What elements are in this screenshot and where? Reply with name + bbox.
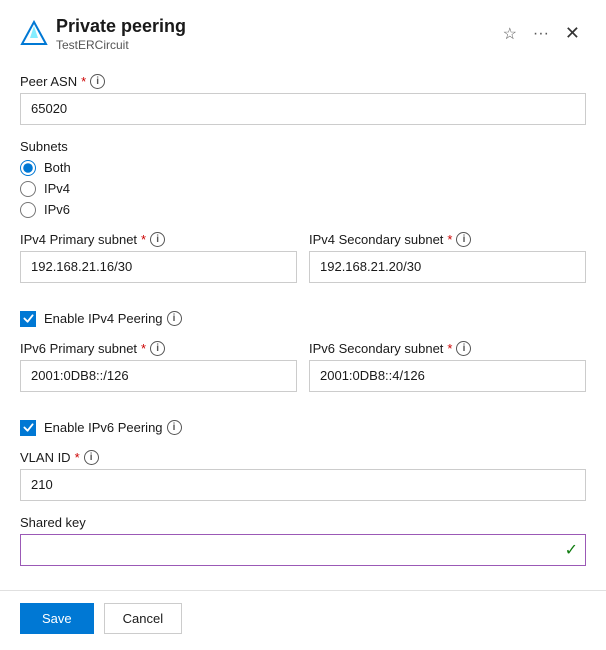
checkbox-check-icon [23,313,34,324]
radio-ipv6-label: IPv6 [44,202,70,217]
dialog-body: Peer ASN * i Subnets Both IPv4 IP [0,58,606,590]
vlan-id-required: * [75,450,80,465]
save-button[interactable]: Save [20,603,94,634]
ipv4-secondary-required: * [447,232,452,247]
ipv4-primary-label: IPv4 Primary subnet * i [20,232,297,247]
enable-ipv6-info-icon[interactable]: i [167,420,182,435]
radio-ipv6[interactable]: IPv6 [20,202,586,218]
radio-both[interactable]: Both [20,160,586,176]
ipv6-secondary-info-icon[interactable]: i [456,341,471,356]
vlan-id-info-icon[interactable]: i [84,450,99,465]
enable-ipv4-info-icon[interactable]: i [167,311,182,326]
header-actions: ☆ ··· ✕ [497,19,586,48]
cancel-button[interactable]: Cancel [104,603,182,634]
required-star: * [81,74,86,89]
ipv4-secondary-input[interactable] [309,251,586,283]
ipv6-primary-group: IPv6 Primary subnet * i [20,341,297,392]
enable-ipv6-label: Enable IPv6 Peering i [44,420,182,435]
subnets-label: Subnets [20,139,586,154]
shared-key-group: Shared key ✓ [20,515,586,566]
enable-ipv6-checkbox[interactable] [20,420,36,436]
azure-logo [20,20,48,48]
radio-both-label: Both [44,160,71,175]
dialog-title: Private peering [56,16,489,38]
ipv6-secondary-input[interactable] [309,360,586,392]
radio-ipv4[interactable]: IPv4 [20,181,586,197]
radio-ipv6-input[interactable] [20,202,36,218]
vlan-id-input[interactable] [20,469,586,501]
dialog-subtitle: TestERCircuit [56,38,489,52]
vlan-id-group: VLAN ID * i [20,450,586,501]
dialog-footer: Save Cancel [0,590,606,650]
ipv6-secondary-label: IPv6 Secondary subnet * i [309,341,586,356]
shared-key-label: Shared key [20,515,586,530]
more-button[interactable]: ··· [527,21,555,47]
ipv6-subnet-row: IPv6 Primary subnet * i IPv6 Secondary s… [20,341,586,406]
dialog-header: Private peering TestERCircuit ☆ ··· ✕ [0,0,606,58]
ipv6-primary-label: IPv6 Primary subnet * i [20,341,297,356]
shared-key-check-icon: ✓ [565,540,578,560]
subnets-group: Subnets Both IPv4 IPv6 [20,139,586,218]
pin-button[interactable]: ☆ [497,20,523,48]
ipv4-primary-info-icon[interactable]: i [150,232,165,247]
ipv6-primary-required: * [141,341,146,356]
enable-ipv6-row: Enable IPv6 Peering i [20,420,586,436]
enable-ipv4-checkbox[interactable] [20,311,36,327]
peer-asn-group: Peer ASN * i [20,74,586,125]
enable-ipv4-label: Enable IPv4 Peering i [44,311,182,326]
ipv4-secondary-info-icon[interactable]: i [456,232,471,247]
ipv4-primary-input[interactable] [20,251,297,283]
radio-ipv4-label: IPv4 [44,181,70,196]
ipv6-primary-input[interactable] [20,360,297,392]
ipv6-primary-info-icon[interactable]: i [150,341,165,356]
shared-key-input[interactable] [20,534,586,566]
radio-both-input[interactable] [20,160,36,176]
ipv4-secondary-label: IPv4 Secondary subnet * i [309,232,586,247]
subnet-radio-group: Both IPv4 IPv6 [20,160,586,218]
ipv6-secondary-required: * [447,341,452,356]
peer-asn-label: Peer ASN * i [20,74,586,89]
private-peering-dialog: Private peering TestERCircuit ☆ ··· ✕ Pe… [0,0,606,650]
ipv4-secondary-group: IPv4 Secondary subnet * i [309,232,586,283]
title-block: Private peering TestERCircuit [56,16,489,52]
ipv6-secondary-group: IPv6 Secondary subnet * i [309,341,586,392]
peer-asn-info-icon[interactable]: i [90,74,105,89]
checkbox-ipv6-check-icon [23,422,34,433]
vlan-id-label: VLAN ID * i [20,450,586,465]
ipv4-subnet-row: IPv4 Primary subnet * i IPv4 Secondary s… [20,232,586,297]
peer-asn-input[interactable] [20,93,586,125]
radio-ipv4-input[interactable] [20,181,36,197]
ipv4-primary-group: IPv4 Primary subnet * i [20,232,297,283]
enable-ipv4-row: Enable IPv4 Peering i [20,311,586,327]
ipv4-primary-required: * [141,232,146,247]
shared-key-input-wrap: ✓ [20,534,586,566]
close-button[interactable]: ✕ [559,19,586,48]
